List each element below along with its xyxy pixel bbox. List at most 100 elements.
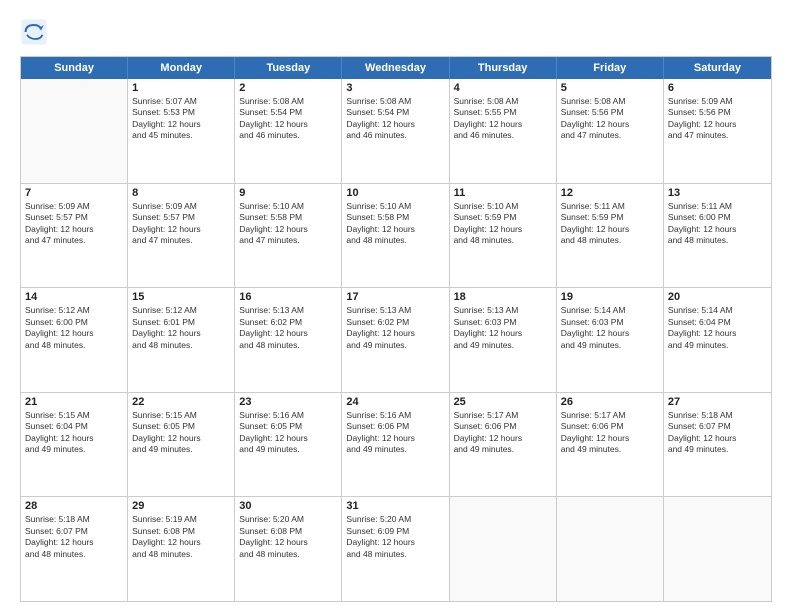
calendar-cell: 11 Sunrise: 5:10 AMSunset: 5:59 PMDayligh… [450,184,557,288]
calendar-cell: 27 Sunrise: 5:18 AMSunset: 6:07 PMDayligh… [664,393,771,497]
day-number: 14 [25,291,123,303]
day-info: Sunrise: 5:12 AMSunset: 6:00 PMDaylight:… [25,305,123,351]
day-info: Sunrise: 5:15 AMSunset: 6:04 PMDaylight:… [25,410,123,456]
calendar-cell: 28 Sunrise: 5:18 AMSunset: 6:07 PMDayligh… [21,497,128,601]
calendar-cell: 29 Sunrise: 5:19 AMSunset: 6:08 PMDayligh… [128,497,235,601]
day-number: 22 [132,396,230,408]
day-info: Sunrise: 5:09 AMSunset: 5:56 PMDaylight:… [668,96,767,142]
calendar-cell: 13 Sunrise: 5:11 AMSunset: 6:00 PMDayligh… [664,184,771,288]
calendar-cell: 21 Sunrise: 5:15 AMSunset: 6:04 PMDayligh… [21,393,128,497]
calendar-body: 1Sunrise: 5:07 AMSunset: 5:53 PMDaylight… [21,79,771,601]
calendar-cell [21,79,128,183]
day-number: 9 [239,187,337,199]
calendar-header: SundayMondayTuesdayWednesdayThursdayFrid… [21,57,771,79]
logo-icon [20,18,48,46]
calendar-cell: 25 Sunrise: 5:17 AMSunset: 6:06 PMDayligh… [450,393,557,497]
day-number: 31 [346,500,444,512]
day-number: 21 [25,396,123,408]
calendar-cell [557,497,664,601]
calendar-cell: 4 Sunrise: 5:08 AMSunset: 5:55 PMDaylight… [450,79,557,183]
header-day-friday: Friday [557,57,664,79]
day-number: 30 [239,500,337,512]
day-info: Sunrise: 5:08 AMSunset: 5:55 PMDaylight:… [454,96,552,142]
day-number: 6 [668,82,767,94]
day-number: 25 [454,396,552,408]
day-info: Sunrise: 5:16 AMSunset: 6:05 PMDaylight:… [239,410,337,456]
calendar-row-3: 14 Sunrise: 5:12 AMSunset: 6:00 PMDayligh… [21,288,771,393]
day-info: Sunrise: 5:19 AMSunset: 6:08 PMDaylight:… [132,514,230,560]
day-number: 5 [561,82,659,94]
calendar-cell: 16Sunrise: 5:13 AMSunset: 6:02 PMDayligh… [235,288,342,392]
day-info: Sunrise: 5:10 AMSunset: 5:59 PMDaylight:… [454,201,552,247]
calendar-cell: 19Sunrise: 5:14 AMSunset: 6:03 PMDayligh… [557,288,664,392]
calendar-cell: 26 Sunrise: 5:17 AMSunset: 6:06 PMDayligh… [557,393,664,497]
header-day-wednesday: Wednesday [342,57,449,79]
day-number: 13 [668,187,767,199]
day-info: Sunrise: 5:09 AMSunset: 5:57 PMDaylight:… [132,201,230,247]
day-number: 24 [346,396,444,408]
calendar-row-5: 28 Sunrise: 5:18 AMSunset: 6:07 PMDayligh… [21,497,771,601]
calendar-cell: 6 Sunrise: 5:09 AMSunset: 5:56 PMDaylight… [664,79,771,183]
day-info: Sunrise: 5:10 AMSunset: 5:58 PMDaylight:… [239,201,337,247]
header-day-monday: Monday [128,57,235,79]
calendar-cell: 31 Sunrise: 5:20 AMSunset: 6:09 PMDayligh… [342,497,449,601]
day-number: 18 [454,291,552,303]
day-info: Sunrise: 5:09 AMSunset: 5:57 PMDaylight:… [25,201,123,247]
calendar-cell: 1Sunrise: 5:07 AMSunset: 5:53 PMDaylight… [128,79,235,183]
day-number: 29 [132,500,230,512]
calendar-row-2: 7Sunrise: 5:09 AMSunset: 5:57 PMDaylight… [21,184,771,289]
calendar-cell: 23 Sunrise: 5:16 AMSunset: 6:05 PMDayligh… [235,393,342,497]
day-info: Sunrise: 5:08 AMSunset: 5:56 PMDaylight:… [561,96,659,142]
calendar-cell: 24Sunrise: 5:16 AMSunset: 6:06 PMDayligh… [342,393,449,497]
day-info: Sunrise: 5:15 AMSunset: 6:05 PMDaylight:… [132,410,230,456]
day-info: Sunrise: 5:07 AMSunset: 5:53 PMDaylight:… [132,96,230,142]
calendar-cell: 9 Sunrise: 5:10 AMSunset: 5:58 PMDaylight… [235,184,342,288]
day-info: Sunrise: 5:13 AMSunset: 6:03 PMDaylight:… [454,305,552,351]
day-info: Sunrise: 5:14 AMSunset: 6:04 PMDaylight:… [668,305,767,351]
day-info: Sunrise: 5:13 AMSunset: 6:02 PMDaylight:… [239,305,337,351]
calendar-cell: 20 Sunrise: 5:14 AMSunset: 6:04 PMDayligh… [664,288,771,392]
day-number: 15 [132,291,230,303]
day-info: Sunrise: 5:18 AMSunset: 6:07 PMDaylight:… [25,514,123,560]
calendar-row-4: 21 Sunrise: 5:15 AMSunset: 6:04 PMDayligh… [21,393,771,498]
header-day-saturday: Saturday [664,57,771,79]
day-info: Sunrise: 5:20 AMSunset: 6:09 PMDaylight:… [346,514,444,560]
calendar-cell: 30 Sunrise: 5:20 AMSunset: 6:08 PMDayligh… [235,497,342,601]
calendar-cell [664,497,771,601]
day-info: Sunrise: 5:14 AMSunset: 6:03 PMDaylight:… [561,305,659,351]
day-info: Sunrise: 5:12 AMSunset: 6:01 PMDaylight:… [132,305,230,351]
calendar-cell: 8Sunrise: 5:09 AMSunset: 5:57 PMDaylight… [128,184,235,288]
calendar-cell: 22 Sunrise: 5:15 AMSunset: 6:05 PMDayligh… [128,393,235,497]
day-number: 20 [668,291,767,303]
calendar-cell: 14 Sunrise: 5:12 AMSunset: 6:00 PMDayligh… [21,288,128,392]
day-number: 4 [454,82,552,94]
day-info: Sunrise: 5:08 AMSunset: 5:54 PMDaylight:… [346,96,444,142]
header-day-thursday: Thursday [450,57,557,79]
calendar-row-1: 1Sunrise: 5:07 AMSunset: 5:53 PMDaylight… [21,79,771,184]
day-info: Sunrise: 5:20 AMSunset: 6:08 PMDaylight:… [239,514,337,560]
day-info: Sunrise: 5:08 AMSunset: 5:54 PMDaylight:… [239,96,337,142]
day-info: Sunrise: 5:13 AMSunset: 6:02 PMDaylight:… [346,305,444,351]
day-number: 11 [454,187,552,199]
day-number: 23 [239,396,337,408]
calendar-cell: 17 Sunrise: 5:13 AMSunset: 6:02 PMDayligh… [342,288,449,392]
calendar-cell: 3 Sunrise: 5:08 AMSunset: 5:54 PMDaylight… [342,79,449,183]
day-number: 10 [346,187,444,199]
calendar-cell [450,497,557,601]
day-number: 3 [346,82,444,94]
calendar-cell: 12Sunrise: 5:11 AMSunset: 5:59 PMDayligh… [557,184,664,288]
page-header [20,18,772,46]
day-number: 27 [668,396,767,408]
day-info: Sunrise: 5:11 AMSunset: 5:59 PMDaylight:… [561,201,659,247]
day-number: 26 [561,396,659,408]
day-info: Sunrise: 5:17 AMSunset: 6:06 PMDaylight:… [454,410,552,456]
day-info: Sunrise: 5:17 AMSunset: 6:06 PMDaylight:… [561,410,659,456]
header-day-sunday: Sunday [21,57,128,79]
day-info: Sunrise: 5:11 AMSunset: 6:00 PMDaylight:… [668,201,767,247]
day-number: 28 [25,500,123,512]
calendar-cell: 18 Sunrise: 5:13 AMSunset: 6:03 PMDayligh… [450,288,557,392]
day-info: Sunrise: 5:18 AMSunset: 6:07 PMDaylight:… [668,410,767,456]
calendar: SundayMondayTuesdayWednesdayThursdayFrid… [20,56,772,602]
calendar-cell: 10Sunrise: 5:10 AMSunset: 5:58 PMDayligh… [342,184,449,288]
day-number: 17 [346,291,444,303]
